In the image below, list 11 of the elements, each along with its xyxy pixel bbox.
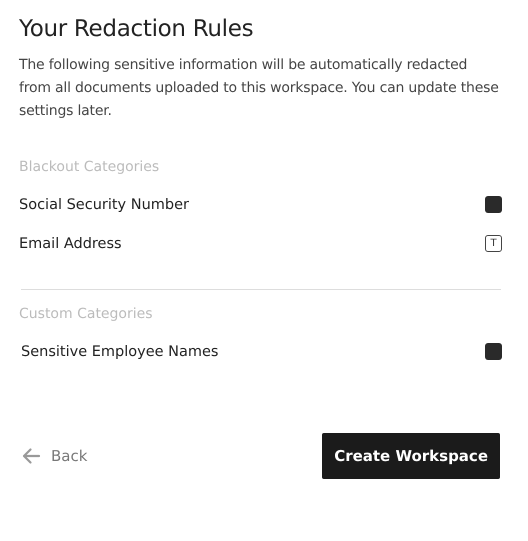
text-marker: T [485,235,502,252]
description-text: The following sensitive information will be automatically redacted from all documents uploaded to this workspace. You can update these settings later. [19,56,500,121]
section-heading: Custom Categories [19,306,154,322]
category-label: Sensitive Employee Names [20,344,218,360]
create-workspace-button[interactable]: Create Workspace [322,433,500,479]
arrow-left-icon [21,447,41,465]
category-label: Social Security Number [19,196,189,212]
category-label: Email Address [19,236,122,252]
section-heading: Blackout Categories [19,159,160,175]
page-title: Your Redaction Rules [19,16,254,42]
back-link[interactable]: Back [19,447,88,465]
